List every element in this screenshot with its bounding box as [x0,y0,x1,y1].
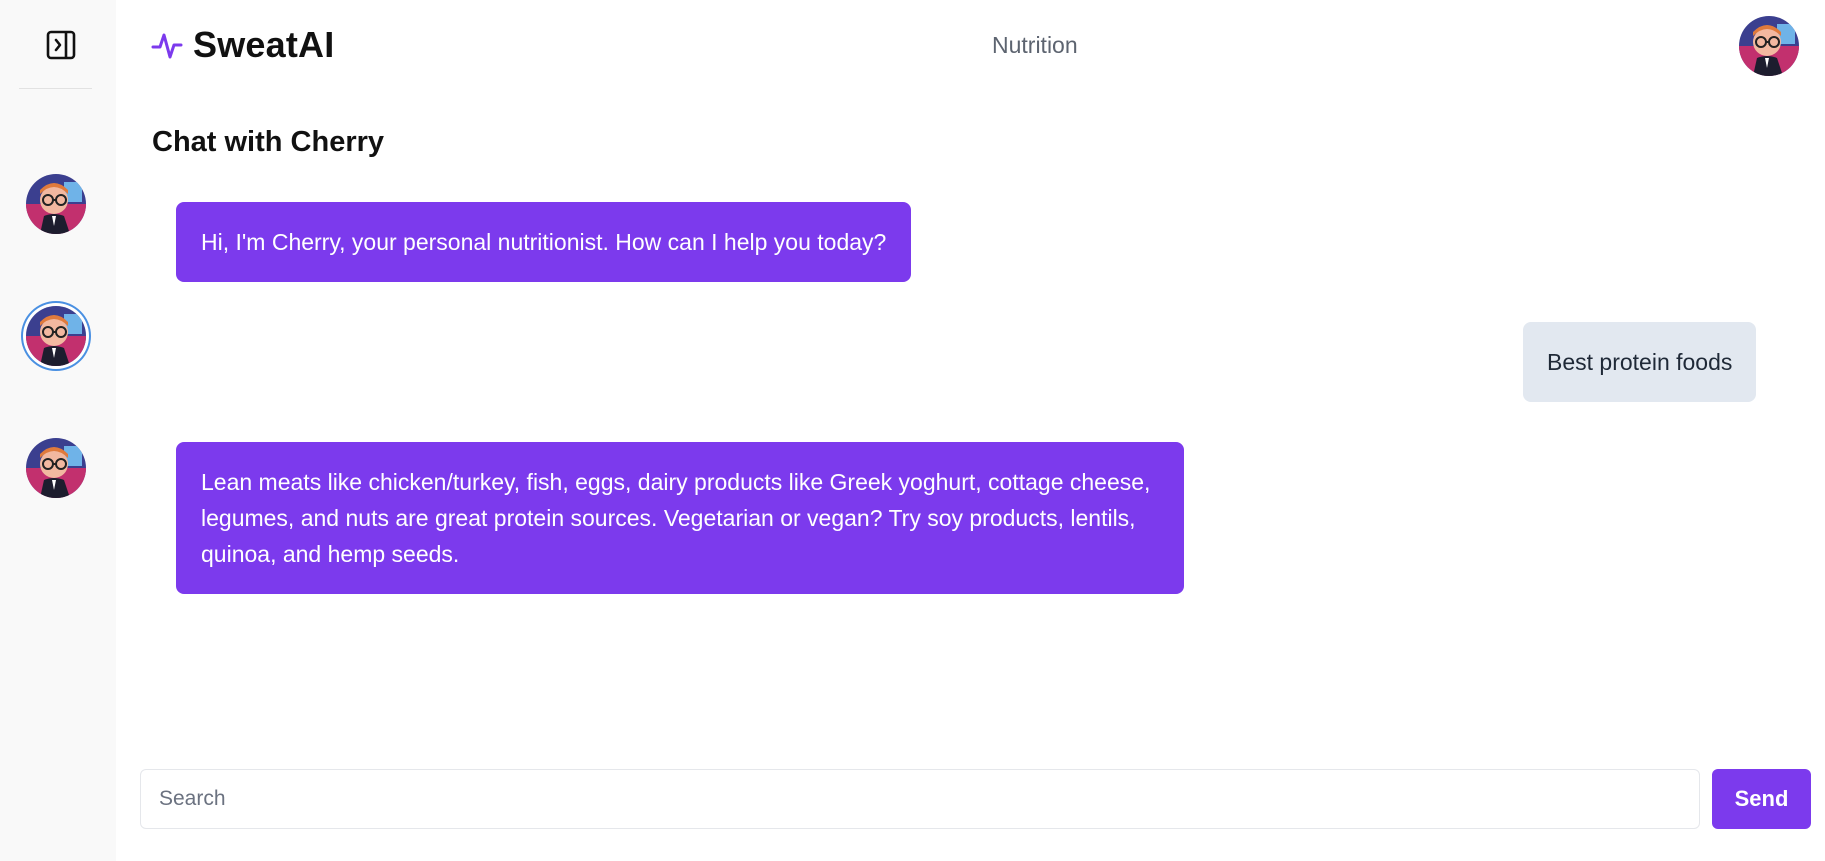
activity-pulse-icon [151,33,183,59]
user-message: Best protein foods [1523,322,1757,402]
assistant-message: Hi, I'm Cherry, your personal nutritioni… [176,202,912,282]
page-title: Chat with Cherry [152,126,385,158]
sidebar-divider [19,88,92,89]
sidebar-avatar-3[interactable] [26,438,86,498]
user-avatar-icon [1739,16,1799,76]
coach-avatar-icon [26,174,86,234]
app-logo[interactable]: SweatAI [151,24,334,66]
send-button[interactable]: Send [1712,769,1811,829]
sidebar-avatar-2[interactable] [26,306,86,366]
app-name: SweatAI [193,24,335,65]
coach-avatar-icon [26,306,86,366]
section-title: Nutrition [992,32,1078,58]
assistant-message: Lean meats like chicken/turkey, fish, eg… [176,442,1184,594]
coach-avatar-icon [26,438,86,498]
sidebar-expand-icon[interactable] [45,29,77,61]
sidebar-avatar-1[interactable] [26,174,86,234]
user-avatar[interactable] [1739,16,1799,76]
app-root: SweatAI Nutrition Chat with Cherry Hi, I… [0,0,1825,861]
search-input[interactable] [140,769,1700,829]
sidebar [0,0,116,861]
